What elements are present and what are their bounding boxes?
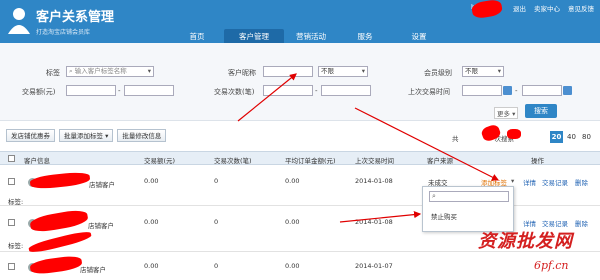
tab-service[interactable]: 服务	[338, 29, 392, 43]
count: 0	[214, 177, 219, 185]
seller-center-link[interactable]: 卖家中心	[534, 3, 560, 13]
detail-link[interactable]: 详情	[523, 177, 536, 187]
member-level-select[interactable]: 不限	[462, 66, 504, 77]
trade-amount-label: 交易额(元)	[22, 88, 56, 96]
trade-amount-max[interactable]	[124, 85, 174, 96]
tab-customer-management[interactable]: 客户管理	[224, 29, 284, 43]
customer-type: 店铺客户	[88, 222, 114, 230]
amount: 0.00	[144, 262, 159, 270]
trade-count-label: 交易次数(笔)	[214, 88, 255, 96]
main-nav: 首页 客户管理 营销活动 服务 设置	[170, 29, 446, 43]
nickname-label: 客户昵称	[228, 69, 256, 77]
range-sep: -	[118, 87, 121, 95]
chevron-down-icon[interactable]: ▾	[511, 177, 514, 185]
trade-record-link[interactable]: 交易记录	[542, 177, 568, 187]
calendar-icon[interactable]	[503, 86, 512, 95]
page-size-20[interactable]: 20	[550, 131, 563, 143]
page-size-80[interactable]: 80	[580, 131, 593, 143]
action-toolbar: 发店铺优惠券 批量添加标签 ▾ 批量修改信息	[6, 129, 167, 142]
app-title: 客户关系管理	[36, 10, 115, 25]
logout-link[interactable]: 退出	[513, 3, 526, 13]
customer-type: 店铺客户	[80, 266, 106, 274]
delete-link[interactable]: 删除	[575, 177, 588, 187]
batch-add-tag-button[interactable]: 批量添加标签 ▾	[59, 129, 114, 142]
customer-type: 店铺客户	[89, 181, 115, 189]
col-amount: 交易额(元)	[144, 157, 176, 165]
page-size-40[interactable]: 40	[565, 131, 578, 143]
last-trade: 2014-01-08	[355, 177, 393, 185]
range-sep: -	[315, 87, 318, 95]
select-all-checkbox[interactable]	[8, 155, 15, 162]
tab-home[interactable]: 首页	[170, 29, 224, 43]
chevron-down-icon: ▾	[105, 132, 109, 140]
avg: 0.00	[285, 262, 300, 270]
tag-option-ban-purchase[interactable]: 禁止购买	[431, 211, 457, 221]
avg: 0.00	[285, 177, 300, 185]
col-count: 交易次数(笔)	[214, 157, 252, 165]
last-trade-label: 上次交易时间	[408, 88, 450, 96]
watermark-url: 6pf.cn	[534, 259, 569, 272]
nickname-input[interactable]	[263, 66, 313, 77]
trade-count-max[interactable]	[321, 85, 371, 96]
tab-settings[interactable]: 设置	[392, 29, 446, 43]
tag-select[interactable]: ⌕ 输入客户标签名称	[66, 66, 154, 77]
avg: 0.00	[285, 218, 300, 226]
col-actions: 操作	[531, 157, 544, 165]
search-icon: ⌕	[432, 192, 436, 200]
table-header: 客户信息 交易额(元) 交易次数(笔) 平均订单金额(元) 上次交易时间 客户来…	[0, 151, 600, 165]
batch-edit-button[interactable]: 批量修改信息	[117, 129, 167, 142]
last-trade: 2014-01-08	[355, 218, 393, 226]
row-checkbox[interactable]	[8, 178, 15, 185]
search-button[interactable]: 搜索	[525, 104, 557, 118]
tag-label: 标签:	[8, 242, 24, 250]
more-label: 更多	[497, 110, 510, 118]
nickname-match-select[interactable]: 不限	[318, 66, 368, 77]
row-checkbox[interactable]	[8, 263, 15, 270]
calendar-icon[interactable]	[563, 86, 572, 95]
last-trade: 2014-01-07	[355, 262, 393, 270]
amount: 0.00	[144, 218, 159, 226]
logo-icon	[8, 8, 30, 34]
add-tag-dropdown: ⌕ 禁止购买	[422, 186, 514, 232]
col-source: 客户来源	[427, 157, 453, 165]
app-header: 客户关系管理 打造淘宝店铺会员库 hi, 退出 卖家中心 意见反馈 首页 客户管…	[0, 0, 600, 43]
last-trade-end[interactable]	[522, 85, 572, 96]
col-last-trade: 上次交易时间	[355, 157, 394, 165]
tag-label: 标签:	[8, 198, 24, 206]
row-checkbox[interactable]	[8, 219, 15, 226]
app-subtitle: 打造淘宝店铺会员库	[36, 29, 91, 36]
pager-prefix: 共	[452, 135, 459, 143]
send-coupon-button[interactable]: 发店铺优惠券	[6, 129, 55, 142]
trade-count-min[interactable]	[263, 85, 313, 96]
member-level-label: 会员级别	[424, 69, 452, 77]
table-row: 店铺客户 0.00 0 0.00 2014-01-07	[0, 253, 600, 280]
batch-add-tag-label: 批量添加标签	[64, 132, 103, 140]
trade-amount-min[interactable]	[66, 85, 116, 96]
amount: 0.00	[144, 177, 159, 185]
feedback-link[interactable]: 意见反馈	[568, 3, 594, 13]
more-filters-button[interactable]: 更多 ▾	[494, 107, 519, 119]
last-trade-start[interactable]	[462, 85, 512, 96]
watermark: 资源批发网	[478, 231, 573, 252]
count: 0	[214, 262, 219, 270]
delete-link[interactable]: 删除	[575, 218, 588, 228]
redaction-mark	[507, 129, 521, 139]
col-avg: 平均订单金额(元)	[285, 157, 336, 165]
count: 0	[214, 218, 219, 226]
tag-search-input[interactable]: ⌕	[429, 191, 509, 202]
tag-placeholder: 输入客户标签名称	[74, 67, 127, 75]
tab-marketing[interactable]: 营销活动	[284, 29, 338, 43]
range-sep: -	[515, 87, 518, 95]
tag-label: 标签	[46, 69, 60, 77]
col-customer: 客户信息	[24, 157, 50, 165]
